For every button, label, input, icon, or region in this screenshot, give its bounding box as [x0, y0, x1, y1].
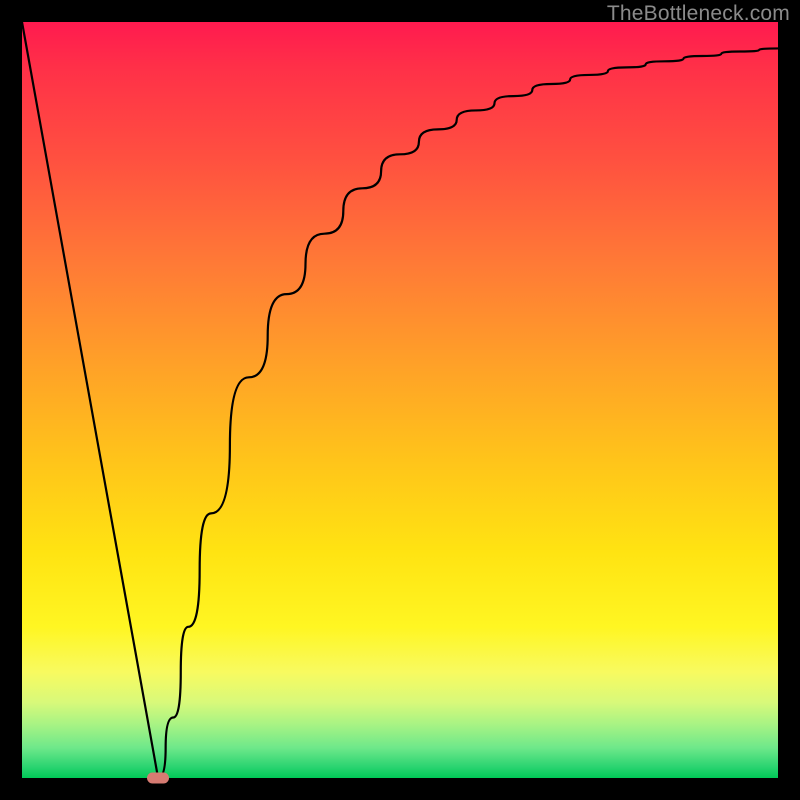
bottleneck-curve [22, 22, 778, 778]
optimal-marker [147, 773, 169, 784]
watermark-text: TheBottleneck.com [607, 2, 790, 26]
chart-frame: TheBottleneck.com [0, 0, 800, 800]
plot-area [22, 22, 778, 778]
curve-line [22, 22, 778, 778]
